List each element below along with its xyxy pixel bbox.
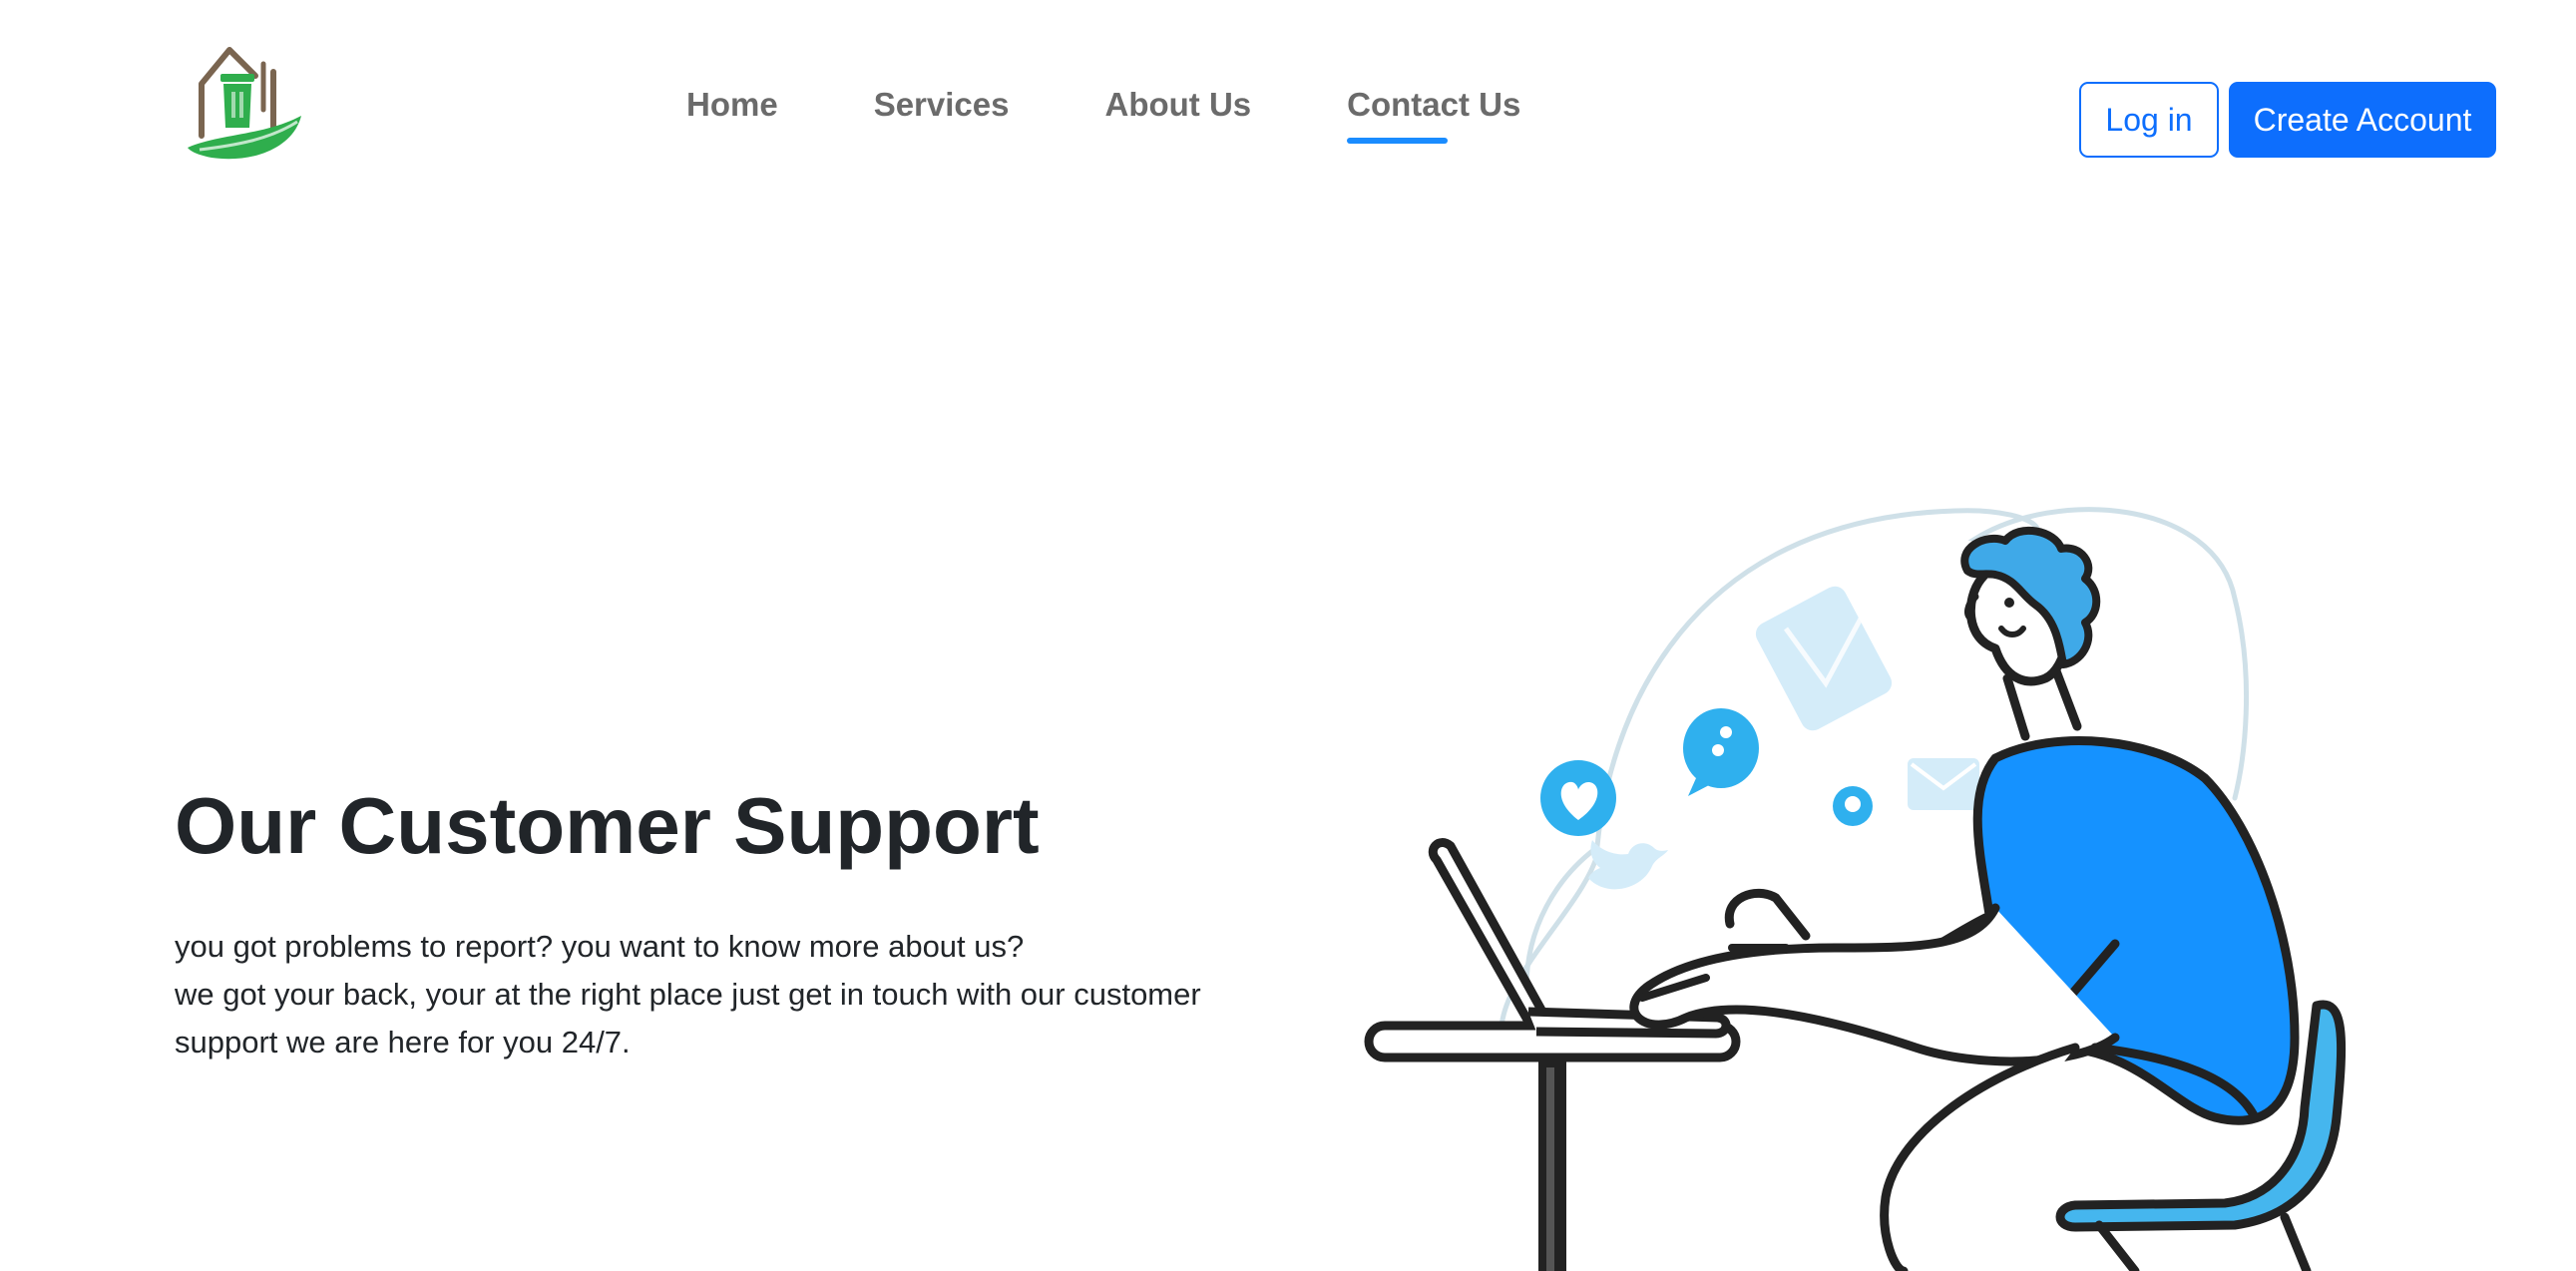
- active-nav-indicator: [1347, 138, 1449, 144]
- eco-home-bin-leaf-icon: [188, 47, 301, 160]
- hero-title: Our Customer Support: [175, 781, 1040, 870]
- heart-bubble-icon: [1540, 760, 1616, 836]
- nav-item-label: Services: [873, 86, 1010, 123]
- create-account-button-label: Create Account: [2253, 101, 2472, 138]
- mail-envelope-icon: [1755, 586, 1893, 731]
- login-button[interactable]: Log in: [2079, 82, 2219, 158]
- small-envelope-icon: [1908, 758, 1979, 810]
- nav-item-contact-us[interactable]: Contact Us: [1347, 84, 1521, 144]
- nav-item-label: About Us: [1104, 86, 1252, 123]
- chat-dots-icon: [1683, 708, 1759, 796]
- hero-description: you got problems to report? you want to …: [175, 923, 1292, 1066]
- hero-description-line: you got problems to report? you want to …: [175, 929, 1025, 964]
- create-account-button[interactable]: Create Account: [2229, 82, 2496, 158]
- page: Home Services About Us Contact Us Log in…: [0, 0, 2576, 1271]
- nav-item-services[interactable]: Services: [874, 84, 1010, 127]
- customer-support-person-at-laptop-illustration: [1364, 507, 2347, 1271]
- twitter-bird-icon: [1588, 840, 1668, 890]
- nav-item-label: Home: [686, 86, 778, 123]
- login-button-label: Log in: [2105, 101, 2193, 138]
- location-pin-icon: [1833, 786, 1873, 826]
- site-header: Home Services About Us Contact Us Log in…: [0, 0, 2576, 229]
- logo[interactable]: [180, 40, 309, 170]
- nav-item-home[interactable]: Home: [686, 84, 778, 127]
- nav-item-about-us[interactable]: About Us: [1104, 84, 1251, 127]
- nav-item-label: Contact Us: [1347, 86, 1521, 123]
- main-nav: Home Services About Us Contact Us: [686, 84, 1520, 154]
- customer-support-illustration: [1357, 479, 2355, 1271]
- hero-description-line: we got your back, your at the right plac…: [175, 977, 1201, 1059]
